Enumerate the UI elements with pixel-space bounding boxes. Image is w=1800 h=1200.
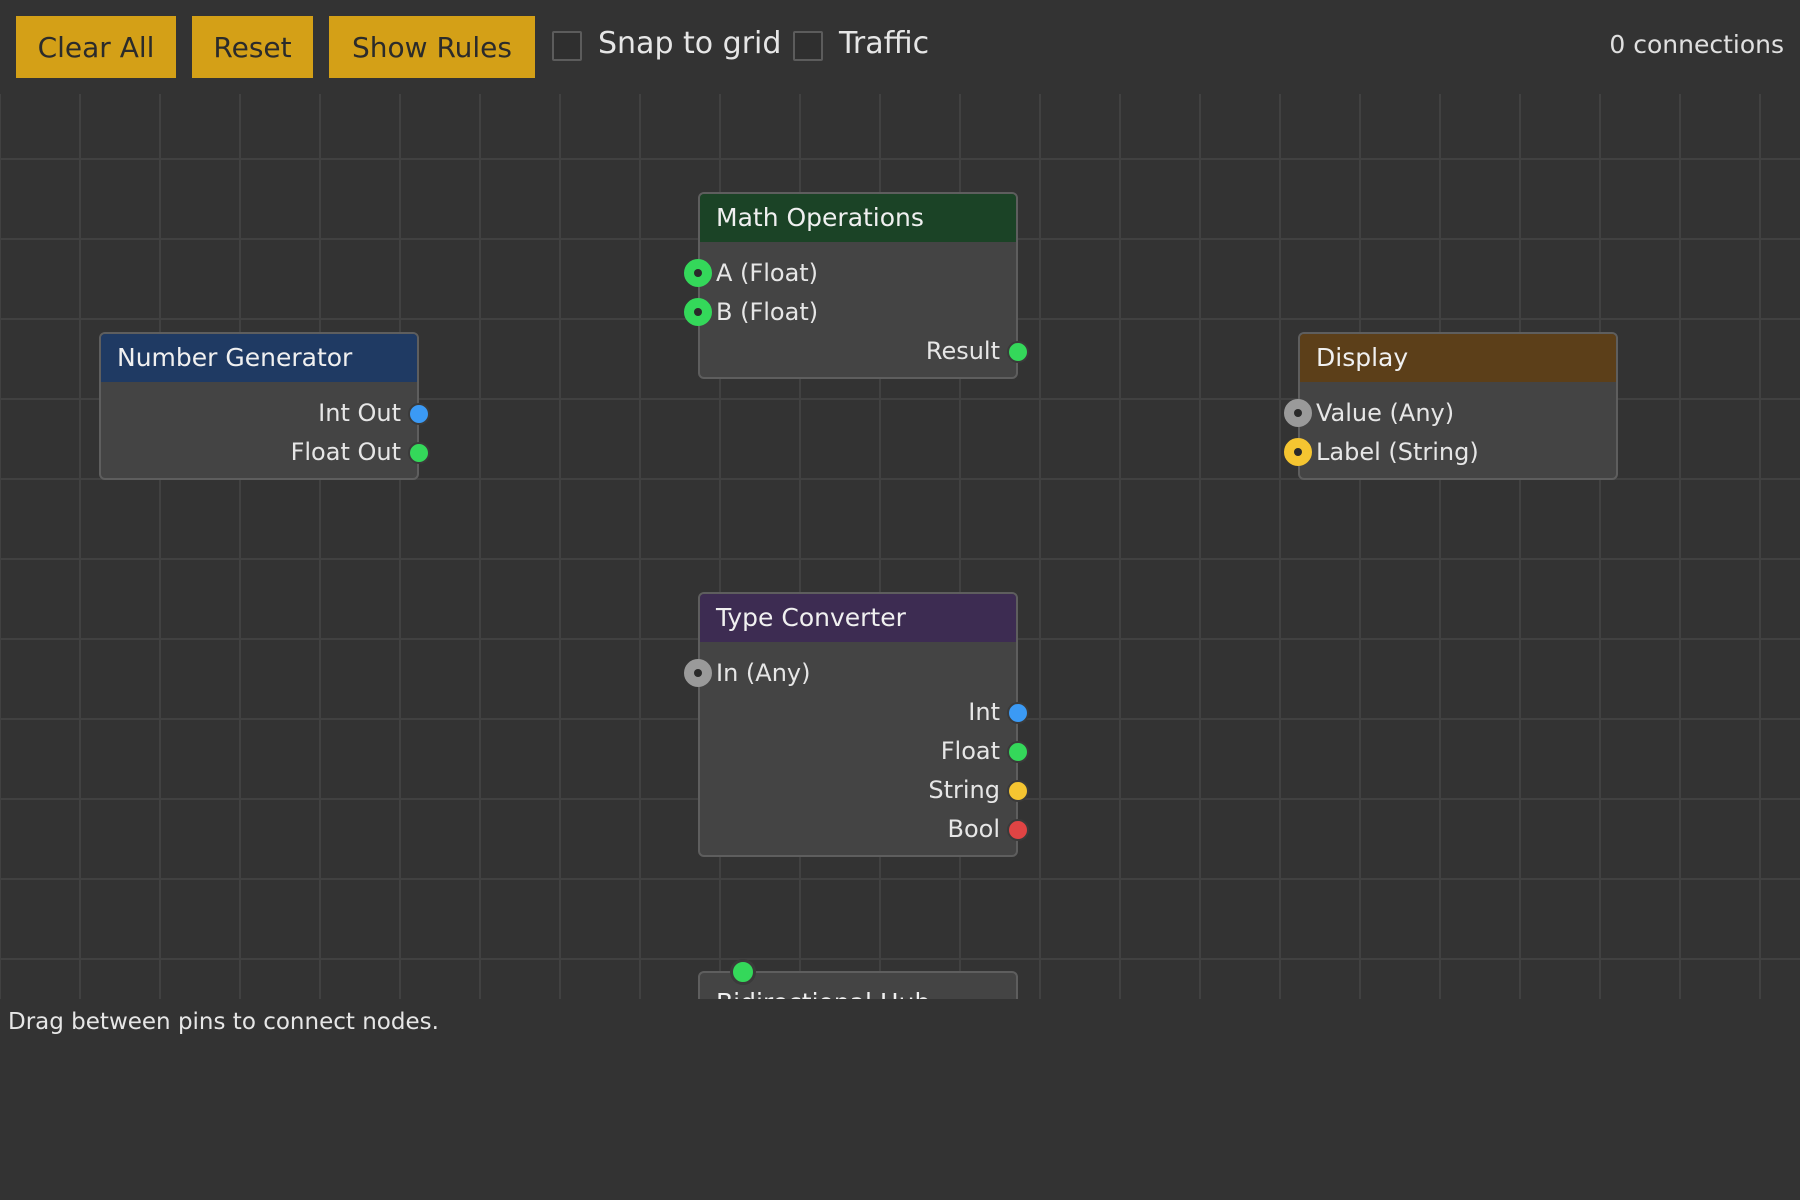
pin-label: Bool <box>947 815 1001 843</box>
bool-out-pin[interactable] <box>1007 819 1029 841</box>
b-float-input-pin[interactable] <box>684 298 712 326</box>
status-hint: Drag between pins to connect nodes. <box>8 1009 439 1035</box>
node-type-converter[interactable]: Type Converter In (Any) Int Float String… <box>684 592 1029 857</box>
pin-row-bool: Bool <box>700 809 1029 848</box>
value-any-input-pin[interactable] <box>1284 399 1312 427</box>
pin-row-in-any: In (Any) <box>684 653 1016 692</box>
pin-label: In (Any) <box>716 659 811 687</box>
pin-label: Int <box>968 698 1000 726</box>
node-bidirectional-hub[interactable]: Bidirectional Hub <box>698 959 1018 999</box>
pin-row-string: String <box>700 770 1029 809</box>
label-string-input-pin[interactable] <box>1284 438 1312 466</box>
result-out-pin[interactable] <box>1007 341 1029 363</box>
snap-to-grid-checkbox[interactable] <box>552 31 582 61</box>
int-out-pin[interactable] <box>408 403 430 425</box>
snap-to-grid-label: Snap to grid <box>598 26 782 61</box>
pin-label: Label (String) <box>1316 438 1479 466</box>
pin-label: String <box>928 776 1000 804</box>
in-any-input-pin[interactable] <box>684 659 712 687</box>
node-header[interactable]: Type Converter <box>700 594 1016 642</box>
show-rules-button[interactable]: Show Rules <box>329 16 535 78</box>
float-out-pin[interactable] <box>1007 741 1029 763</box>
pin-row-int-out: Int Out <box>101 393 430 432</box>
node-header[interactable]: Math Operations <box>700 194 1016 242</box>
connection-count: 0 connections <box>1609 30 1784 59</box>
string-out-pin[interactable] <box>1007 780 1029 802</box>
hub-top-pin[interactable] <box>730 959 756 985</box>
pin-label: Result <box>925 337 1000 365</box>
clear-all-button[interactable]: Clear All <box>16 16 176 78</box>
reset-button[interactable]: Reset <box>192 16 313 78</box>
pin-row-a-float: A (Float) <box>684 253 1016 292</box>
pin-row-int: Int <box>700 692 1029 731</box>
traffic-checkbox[interactable] <box>793 31 823 61</box>
node-display[interactable]: Display Value (Any) Label (String) <box>1284 332 1618 480</box>
pin-label: B (Float) <box>716 298 819 326</box>
pin-label: Int Out <box>318 399 401 427</box>
node-math-operations[interactable]: Math Operations A (Float) B (Float) Resu… <box>684 192 1029 379</box>
pin-row-float: Float <box>700 731 1029 770</box>
node-header[interactable]: Number Generator <box>101 334 417 382</box>
a-float-input-pin[interactable] <box>684 259 712 287</box>
float-out-pin[interactable] <box>408 442 430 464</box>
pin-row-float-out: Float Out <box>101 432 430 471</box>
pin-label: Value (Any) <box>1316 399 1455 427</box>
int-out-pin[interactable] <box>1007 702 1029 724</box>
node-canvas[interactable]: Number Generator Int Out Float Out Math … <box>0 94 1800 999</box>
pin-row-value-any: Value (Any) <box>1284 393 1616 432</box>
node-number-generator[interactable]: Number Generator Int Out Float Out <box>99 332 430 480</box>
toolbar: Clear All Reset Show Rules Snap to grid … <box>0 0 1800 94</box>
pin-row-b-float: B (Float) <box>684 292 1016 331</box>
pin-label: A (Float) <box>716 259 819 287</box>
pin-row-result: Result <box>700 331 1029 370</box>
pin-row-label-string: Label (String) <box>1284 432 1616 471</box>
traffic-label: Traffic <box>839 26 930 61</box>
pin-label: Float <box>940 737 1000 765</box>
node-header[interactable]: Display <box>1300 334 1616 382</box>
pin-label: Float Out <box>290 438 401 466</box>
